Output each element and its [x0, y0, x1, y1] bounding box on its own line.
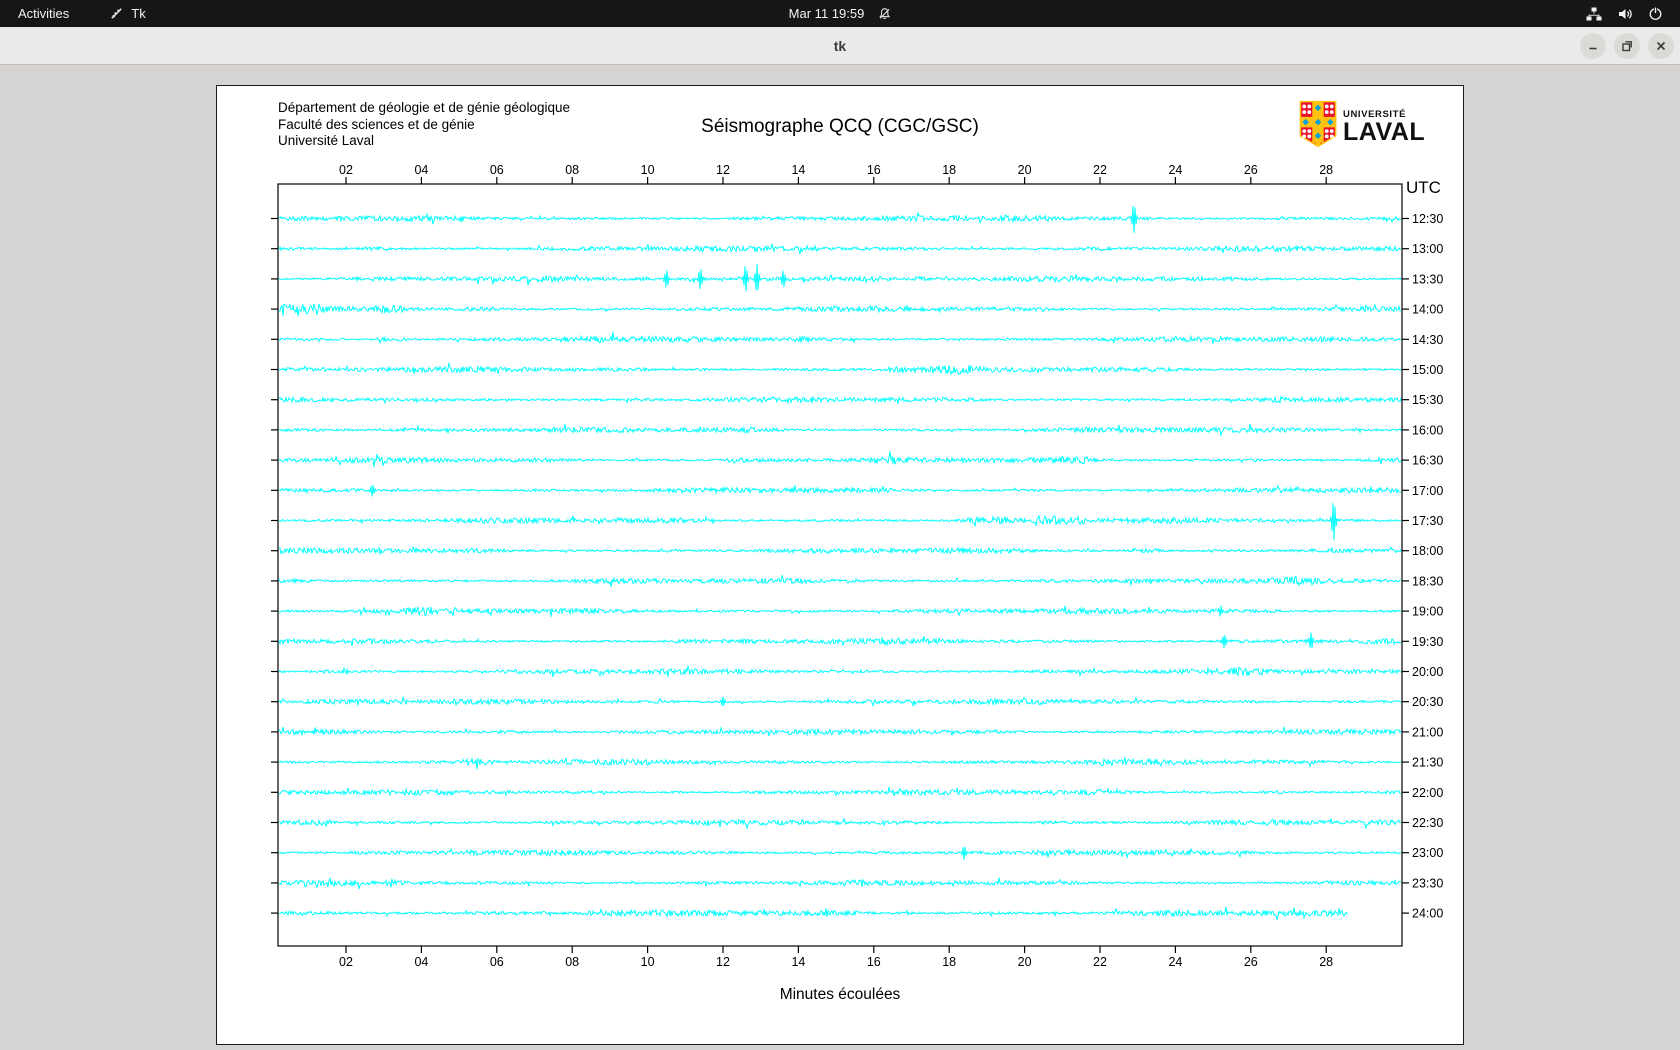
svg-text:23:00: 23:00 — [1412, 846, 1443, 860]
svg-text:15:30: 15:30 — [1412, 393, 1443, 407]
svg-text:26: 26 — [1244, 955, 1258, 969]
svg-text:10: 10 — [641, 955, 655, 969]
svg-text:18:30: 18:30 — [1412, 574, 1443, 588]
svg-text:06: 06 — [490, 955, 504, 969]
app-menu-label: Tk — [131, 6, 146, 21]
svg-text:02: 02 — [339, 163, 353, 177]
window-title: tk — [833, 37, 847, 54]
svg-text:18: 18 — [942, 955, 956, 969]
svg-text:16:00: 16:00 — [1412, 423, 1443, 437]
svg-text:12: 12 — [716, 163, 730, 177]
clock-menu[interactable]: Mar 11 19:59 — [789, 0, 892, 27]
svg-text:12: 12 — [716, 955, 730, 969]
svg-text:21:00: 21:00 — [1412, 725, 1443, 739]
svg-text:24:00: 24:00 — [1412, 907, 1443, 921]
app-menu-tk[interactable]: Tk — [101, 0, 153, 27]
svg-text:20: 20 — [1018, 955, 1032, 969]
svg-text:04: 04 — [414, 955, 428, 969]
svg-text:22: 22 — [1093, 955, 1107, 969]
screen: Activities Tk Mar 11 19:59 tk Départemen… — [0, 0, 1680, 1050]
svg-text:22:00: 22:00 — [1412, 786, 1443, 800]
svg-text:04: 04 — [414, 163, 428, 177]
svg-text:14: 14 — [791, 955, 805, 969]
svg-text:06: 06 — [490, 163, 504, 177]
svg-text:14:00: 14:00 — [1412, 303, 1443, 317]
svg-text:24: 24 — [1168, 163, 1182, 177]
gnome-top-bar: Activities Tk Mar 11 19:59 — [0, 0, 1680, 27]
tk-app-icon — [109, 6, 124, 21]
restore-button[interactable] — [1614, 32, 1640, 59]
svg-text:08: 08 — [565, 163, 579, 177]
network-icon — [1586, 6, 1602, 22]
svg-text:18: 18 — [942, 163, 956, 177]
svg-text:26: 26 — [1244, 163, 1258, 177]
svg-text:13:30: 13:30 — [1412, 272, 1443, 286]
svg-text:22:30: 22:30 — [1412, 816, 1443, 830]
svg-text:15:00: 15:00 — [1412, 363, 1443, 377]
svg-text:10: 10 — [641, 163, 655, 177]
svg-text:16: 16 — [867, 163, 881, 177]
svg-text:16: 16 — [867, 955, 881, 969]
svg-text:08: 08 — [565, 955, 579, 969]
window-controls — [1580, 27, 1674, 64]
svg-text:UTC: UTC — [1406, 178, 1441, 197]
restore-icon — [1622, 40, 1632, 51]
svg-text:Minutes écoulées: Minutes écoulées — [780, 986, 901, 1003]
svg-text:17:00: 17:00 — [1412, 484, 1443, 498]
close-icon — [1656, 41, 1666, 50]
svg-text:23:30: 23:30 — [1412, 876, 1443, 890]
svg-text:13:00: 13:00 — [1412, 242, 1443, 256]
svg-text:20: 20 — [1018, 163, 1032, 177]
svg-text:14:30: 14:30 — [1412, 333, 1443, 347]
svg-text:19:30: 19:30 — [1412, 635, 1443, 649]
svg-text:22: 22 — [1093, 163, 1107, 177]
volume-icon — [1617, 6, 1633, 22]
seismograph-svg: 02 02 04 04 06 06 08 08 10 10 12 12 14 14 16 16 18 18 20 20… — [271, 163, 1443, 1003]
bell-slash-icon — [877, 7, 891, 21]
svg-text:28: 28 — [1319, 163, 1333, 177]
svg-text:18:00: 18:00 — [1412, 544, 1443, 558]
svg-text:16:30: 16:30 — [1412, 454, 1443, 468]
svg-text:17:30: 17:30 — [1412, 514, 1443, 528]
svg-text:24: 24 — [1168, 955, 1182, 969]
svg-text:02: 02 — [339, 955, 353, 969]
system-status-area[interactable] — [1586, 0, 1680, 27]
app-content: Département de géologie et de génie géol… — [0, 65, 1680, 1050]
close-button[interactable] — [1648, 32, 1674, 59]
svg-text:12:30: 12:30 — [1412, 212, 1443, 226]
svg-text:19:00: 19:00 — [1412, 605, 1443, 619]
svg-text:21:30: 21:30 — [1412, 756, 1443, 770]
minimize-icon — [1589, 47, 1597, 49]
window-titlebar[interactable]: tk — [0, 27, 1680, 65]
clock-label: Mar 11 19:59 — [788, 6, 865, 21]
activities-button[interactable]: Activities — [0, 0, 87, 27]
svg-text:20:00: 20:00 — [1412, 665, 1443, 679]
seismograph-panel: Département de géologie et de génie géol… — [216, 85, 1464, 1045]
minimize-button[interactable] — [1580, 32, 1606, 59]
svg-text:20:30: 20:30 — [1412, 695, 1443, 709]
svg-text:14: 14 — [791, 163, 805, 177]
power-icon — [1648, 6, 1663, 21]
svg-text:28: 28 — [1319, 955, 1333, 969]
